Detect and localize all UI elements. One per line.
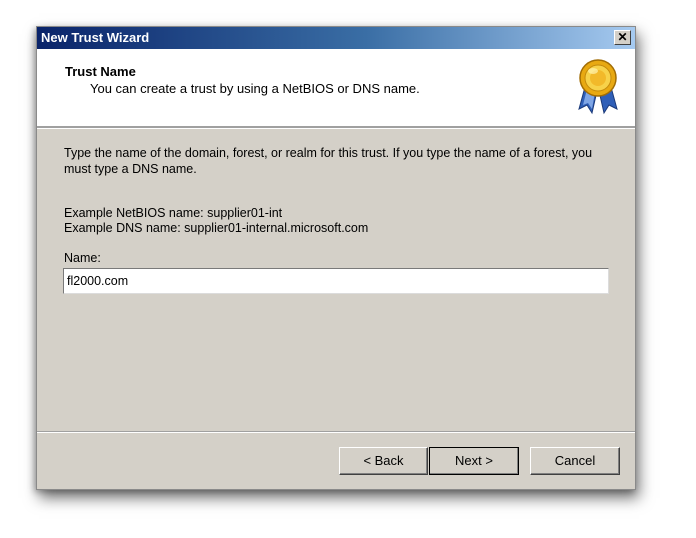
close-button[interactable]: ✕ xyxy=(614,30,631,45)
close-icon: ✕ xyxy=(617,30,628,44)
next-button[interactable]: Next > xyxy=(429,447,519,475)
example-netbios-text: Example NetBIOS name: supplier01-int xyxy=(64,206,283,220)
award-medal-icon xyxy=(578,59,618,115)
page-title: Trust Name xyxy=(65,64,136,79)
back-button[interactable]: < Back xyxy=(339,447,428,475)
title-bar[interactable]: New Trust Wizard ✕ xyxy=(37,27,635,49)
name-input[interactable] xyxy=(63,268,609,294)
footer-divider xyxy=(37,431,635,433)
example-dns-text: Example DNS name: supplier01-internal.mi… xyxy=(64,221,369,235)
window-title: New Trust Wizard xyxy=(41,30,150,45)
name-label: Name: xyxy=(64,251,101,265)
wizard-content: Type the name of the domain, forest, or … xyxy=(37,129,635,429)
cancel-button[interactable]: Cancel xyxy=(530,447,620,475)
new-trust-wizard-dialog: New Trust Wizard ✕ Trust Name You can cr… xyxy=(36,26,636,490)
wizard-header: Trust Name You can create a trust by usi… xyxy=(37,49,635,127)
instructions-text: Type the name of the domain, forest, or … xyxy=(64,146,593,176)
page-subtitle: You can create a trust by using a NetBIO… xyxy=(90,81,420,96)
